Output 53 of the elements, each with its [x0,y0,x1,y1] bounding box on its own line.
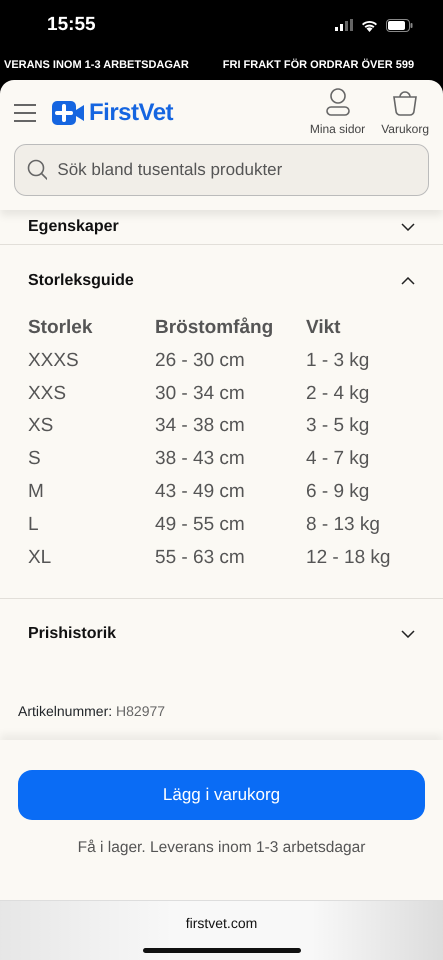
table-cell-text: 49 - 55 cm [155,512,246,537]
add-to-cart-button[interactable]: Lägg i varukorg [18,770,425,820]
section-header[interactable]: Storleksguide [28,245,415,317]
bag-icon [392,88,418,116]
search-input[interactable]: Sök bland tusentals produkter [55,156,416,184]
signal-icon [335,19,353,31]
table-cell-text: 1 - 3 kg [306,348,370,373]
table-cell: L [28,508,155,542]
table-cell-text: 3 - 5 kg [306,414,370,438]
logo-icon [52,101,85,125]
article-label: Artikelnummer: [18,703,112,720]
section-header[interactable]: Egenskaper [28,210,415,244]
table-cell-text: XXXS [28,348,80,373]
table-cell-text: 12 - 18 kg [306,546,392,570]
chevron-down-icon [401,222,415,231]
column-header: Bröstomfång [155,317,306,345]
column-header: Vikt [306,317,342,340]
table-cell-text: 6 - 9 kg [306,480,370,504]
search-icon [27,159,48,181]
banner-text: FRI FRAKT FÖR ORDRAR ÖVER 599 [222,58,414,73]
table-cell-text: XXS [28,382,68,406]
section-title: Prishistorik [28,624,116,644]
table-cell-text: 4 - 7 kg [306,447,370,472]
section-header[interactable]: Prishistorik [28,599,415,670]
table-cell: M [28,476,155,509]
section-title: Storleksguide [28,271,134,291]
chevron-up-icon [401,276,415,285]
table-cell-text: 2 - 4 kg [306,382,370,406]
logo-text[interactable]: FirstVet [89,95,174,131]
table-cell-text: 55 - 63 cm [155,546,246,570]
table-cell-text: 8 - 13 kg [306,512,381,537]
table-cell-text: 26 - 30 cm [155,348,246,373]
banner-text: VERANS INOM 1-3 ARBETSDAGAR [4,58,189,73]
menu-button[interactable] [14,101,36,125]
table-cell-text: 30 - 34 cm [155,382,246,406]
search-field[interactable]: Sök bland tusentals produkter [14,144,429,196]
table-cell-text: S [28,447,42,472]
clock: 15:55 [47,12,96,37]
wifi-icon [361,18,378,32]
chevron-down-icon [401,630,415,638]
table-cell-text: XS [28,414,54,438]
battery-icon [386,18,413,32]
account-button[interactable]: Mina sidor [310,88,366,138]
table-cell: 38 - 43 cm [155,443,306,476]
column-header: Storlek [28,317,94,340]
table-cell-text: 43 - 49 cm [155,480,246,504]
user-icon [324,88,350,116]
cart-button[interactable]: Varukorg [381,88,429,138]
table-cell-text: XL [28,546,52,570]
article-number: H82977 [116,703,166,720]
table-cell-text: 34 - 38 cm [155,414,246,438]
stock-status: Få i lager. Leverans inom 1-3 arbetsdagar [76,838,366,858]
section-title: Egenskaper [28,217,119,237]
